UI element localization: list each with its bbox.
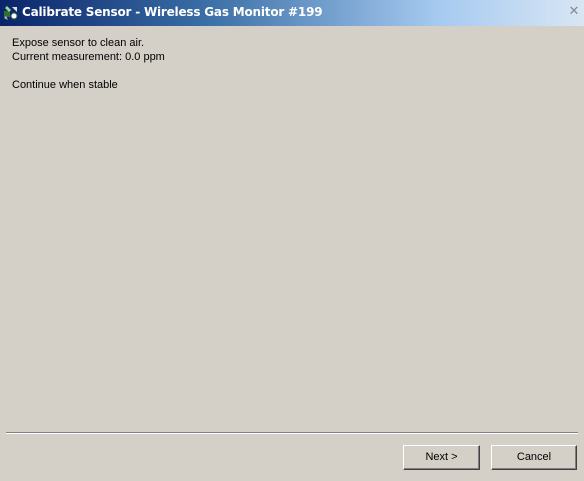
footer-separator [6,432,578,434]
title-bar[interactable]: Calibrate Sensor - Wireless Gas Monitor … [0,0,584,26]
window-title: Calibrate Sensor - Wireless Gas Monitor … [22,5,323,19]
sensor-app-icon [3,5,19,21]
close-icon[interactable]: ✕ [566,5,582,20]
continue-hint-text: Continue when stable [12,79,118,91]
calibrate-sensor-dialog: Calibrate Sensor - Wireless Gas Monitor … [0,0,584,481]
current-measurement-text: Current measurement: 0.0 ppm [12,51,165,63]
instruction-text: Expose sensor to clean air. [12,37,145,49]
instructions-panel: Expose sensor to clean air. Current meas… [12,36,572,92]
next-button[interactable]: Next > [403,445,480,470]
cancel-button[interactable]: Cancel [491,445,577,470]
